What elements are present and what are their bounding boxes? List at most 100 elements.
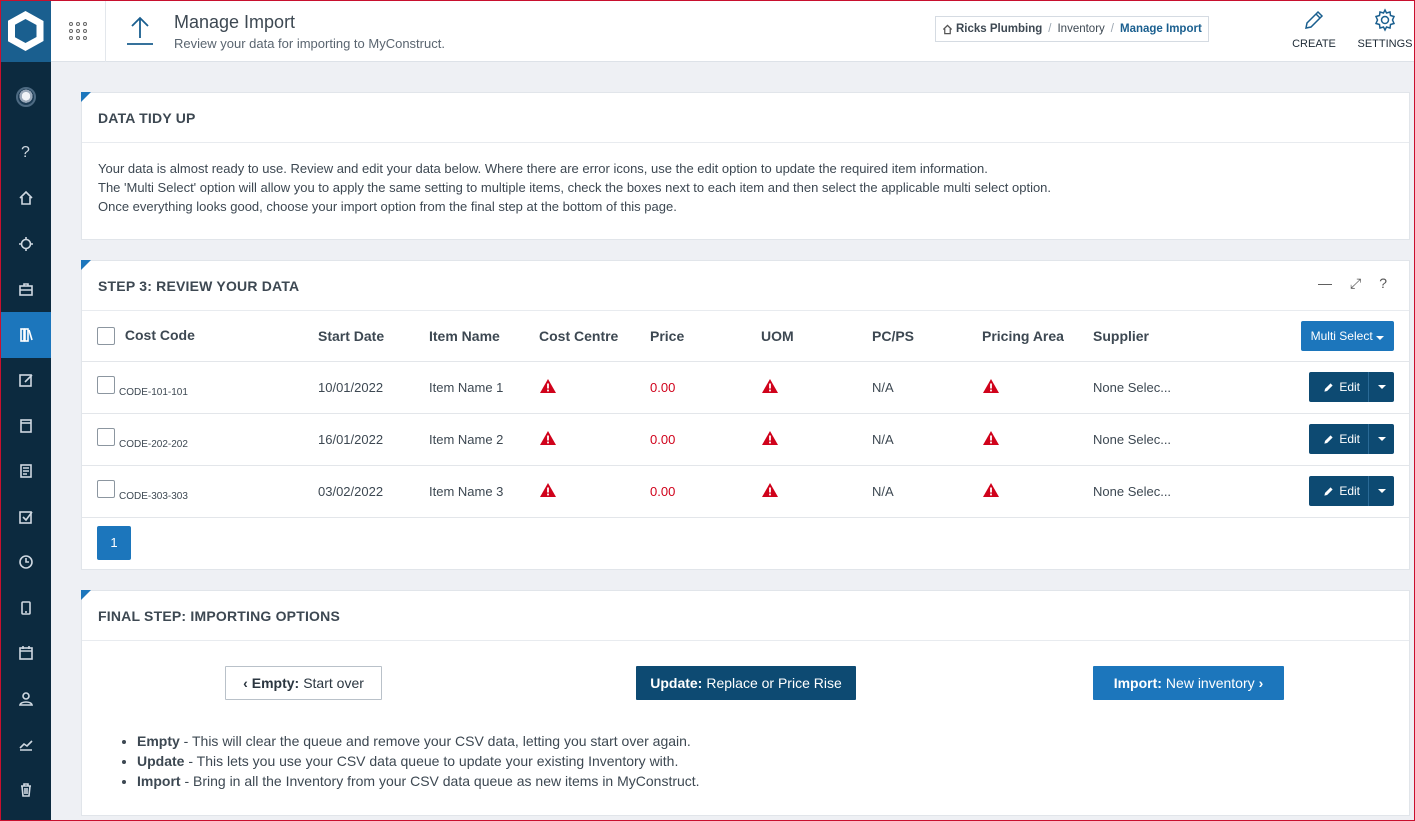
- sidebar-item-schedule[interactable]: [0, 631, 51, 677]
- settings-button[interactable]: SETTINGS: [1355, 6, 1415, 50]
- table-row: CODE-202-202 16/01/2022 Item Name 2 0.00 N/A…: [82, 413, 1409, 466]
- start-date: 16/01/2022: [318, 413, 429, 466]
- col-pcps: PC/PS: [872, 311, 982, 362]
- edit-button[interactable]: Edit: [1309, 372, 1394, 402]
- sidebar-item-home[interactable]: [0, 176, 51, 222]
- item-name: Item Name 1: [429, 361, 539, 414]
- warning-icon: [982, 482, 1000, 498]
- list-item: Update - This lets you use your CSV data…: [137, 751, 700, 771]
- col-cost-code: Cost Code: [124, 326, 195, 343]
- list-item: Empty - This will clear the queue and re…: [137, 731, 700, 751]
- sidebar-item-tasks[interactable]: [0, 494, 51, 540]
- breadcrumb-current: Manage Import: [1120, 23, 1202, 35]
- breadcrumb: Ricks Plumbing / Inventory / Manage Impo…: [935, 16, 1209, 42]
- col-cost-centre: Cost Centre: [539, 311, 650, 362]
- panel-title: STEP 3: REVIEW YOUR DATA: [82, 261, 1409, 311]
- upload-icon: [123, 14, 157, 48]
- warning-icon: [539, 378, 557, 394]
- row-checkbox[interactable]: [97, 376, 115, 395]
- pagination: 1: [82, 518, 1409, 569]
- sidebar-item-user[interactable]: [0, 676, 51, 722]
- multi-select-button[interactable]: Multi Select: [1300, 320, 1394, 351]
- sidebar-item-time[interactable]: [0, 540, 51, 586]
- grid-icon: [69, 22, 87, 40]
- help-icon[interactable]: ?: [1379, 275, 1387, 292]
- supplier: None Selec...: [1093, 413, 1203, 466]
- warning-icon: [761, 430, 779, 446]
- sidebar-item-briefcase[interactable]: [0, 267, 51, 313]
- chart-icon: [18, 740, 33, 752]
- page-subtitle: Review your data for importing to MyCons…: [174, 36, 445, 51]
- update-button[interactable]: Update: Replace or Price Rise: [636, 666, 856, 700]
- page-1-button[interactable]: 1: [97, 525, 131, 560]
- breadcrumb-home[interactable]: Ricks Plumbing: [942, 23, 1042, 35]
- row-checkbox[interactable]: [97, 480, 115, 499]
- pencil-icon: [1305, 10, 1324, 29]
- warning-icon: [761, 482, 779, 498]
- price: 0.00: [650, 465, 761, 518]
- empty-button[interactable]: ‹ Empty: Start over: [225, 666, 382, 700]
- mobile-icon: [20, 600, 31, 615]
- row-checkbox[interactable]: [97, 428, 115, 447]
- sidebar-item-calendar[interactable]: [0, 403, 51, 449]
- books-icon: [19, 327, 33, 342]
- avatar[interactable]: [15, 87, 36, 107]
- pcps: N/A: [872, 465, 982, 518]
- sidebar-item-trash[interactable]: [0, 767, 51, 813]
- sidebar-item-help[interactable]: ?: [0, 130, 51, 176]
- supplier: None Selec...: [1093, 361, 1203, 414]
- tidy-instructions: Your data is almost ready to use. Review…: [98, 161, 1052, 214]
- edit-button[interactable]: Edit: [1309, 476, 1394, 506]
- gear-icon: [1374, 8, 1396, 32]
- edit-dropdown-toggle[interactable]: [1368, 424, 1394, 454]
- table-row: CODE-303-303 03/02/2022 Item Name 3 0.00 N/A…: [82, 465, 1409, 518]
- apps-menu-button[interactable]: [51, 0, 106, 62]
- sidebar-item-edit[interactable]: [0, 358, 51, 404]
- sidebar-item-inventory[interactable]: [0, 312, 51, 358]
- breadcrumb-inventory[interactable]: Inventory: [1057, 23, 1104, 35]
- col-start-date: Start Date: [318, 311, 429, 362]
- sidebar-item-mobile[interactable]: [0, 585, 51, 631]
- select-all-checkbox[interactable]: [97, 326, 115, 345]
- col-pricing-area: Pricing Area: [982, 311, 1093, 362]
- col-uom: UOM: [761, 311, 872, 362]
- pencil-icon: [1324, 382, 1333, 392]
- expand-icon[interactable]: ⤢: [1350, 275, 1361, 292]
- caret-down-icon: [1377, 489, 1386, 493]
- home-icon: [942, 23, 953, 34]
- start-date: 03/02/2022: [318, 465, 429, 518]
- sidebar-item-documents[interactable]: [0, 449, 51, 495]
- chevron-left-icon: ‹: [243, 675, 248, 691]
- user-icon: [18, 691, 33, 706]
- import-options-notes: Empty - This will clear the queue and re…: [137, 731, 700, 791]
- warning-icon: [982, 430, 1000, 446]
- table-header-row: Cost Code Start Date Item Name Cost Cent…: [82, 311, 1409, 362]
- edit-button[interactable]: Edit: [1309, 424, 1394, 454]
- create-button[interactable]: CREATE: [1284, 6, 1344, 50]
- trash-icon: [20, 782, 31, 797]
- minimize-icon[interactable]: —: [1318, 275, 1332, 292]
- col-supplier: Supplier: [1093, 311, 1203, 362]
- warning-icon: [539, 482, 557, 498]
- crosshair-icon: [18, 236, 33, 251]
- checkbox-icon: [18, 510, 33, 524]
- cost-code: CODE-303-303: [119, 490, 188, 502]
- start-date: 10/01/2022: [318, 361, 429, 414]
- sidebar-item-target[interactable]: [0, 221, 51, 267]
- panel-title: FINAL STEP: IMPORTING OPTIONS: [82, 591, 1409, 641]
- calendar2-icon: [18, 646, 33, 661]
- import-button[interactable]: Import: New inventory ›: [1093, 666, 1284, 700]
- col-item-name: Item Name: [429, 311, 539, 362]
- edit-dropdown-toggle[interactable]: [1368, 372, 1394, 402]
- final-step-panel: FINAL STEP: IMPORTING OPTIONS ‹ Empty: St…: [81, 590, 1410, 816]
- pencil-icon: [1324, 434, 1333, 444]
- edit-dropdown-toggle[interactable]: [1368, 476, 1394, 506]
- chevron-right-icon: ›: [1258, 675, 1264, 691]
- review-data-panel: STEP 3: REVIEW YOUR DATA — ⤢ ? Cost Code…: [81, 260, 1410, 570]
- review-table: Cost Code Start Date Item Name Cost Cent…: [82, 311, 1409, 518]
- table-row: CODE-101-101 10/01/2022 Item Name 1 0.00 N/A…: [82, 361, 1409, 414]
- warning-icon: [539, 430, 557, 446]
- app-logo[interactable]: [0, 0, 51, 62]
- page-title: Manage Import: [174, 12, 296, 32]
- sidebar-item-reports[interactable]: [0, 722, 51, 768]
